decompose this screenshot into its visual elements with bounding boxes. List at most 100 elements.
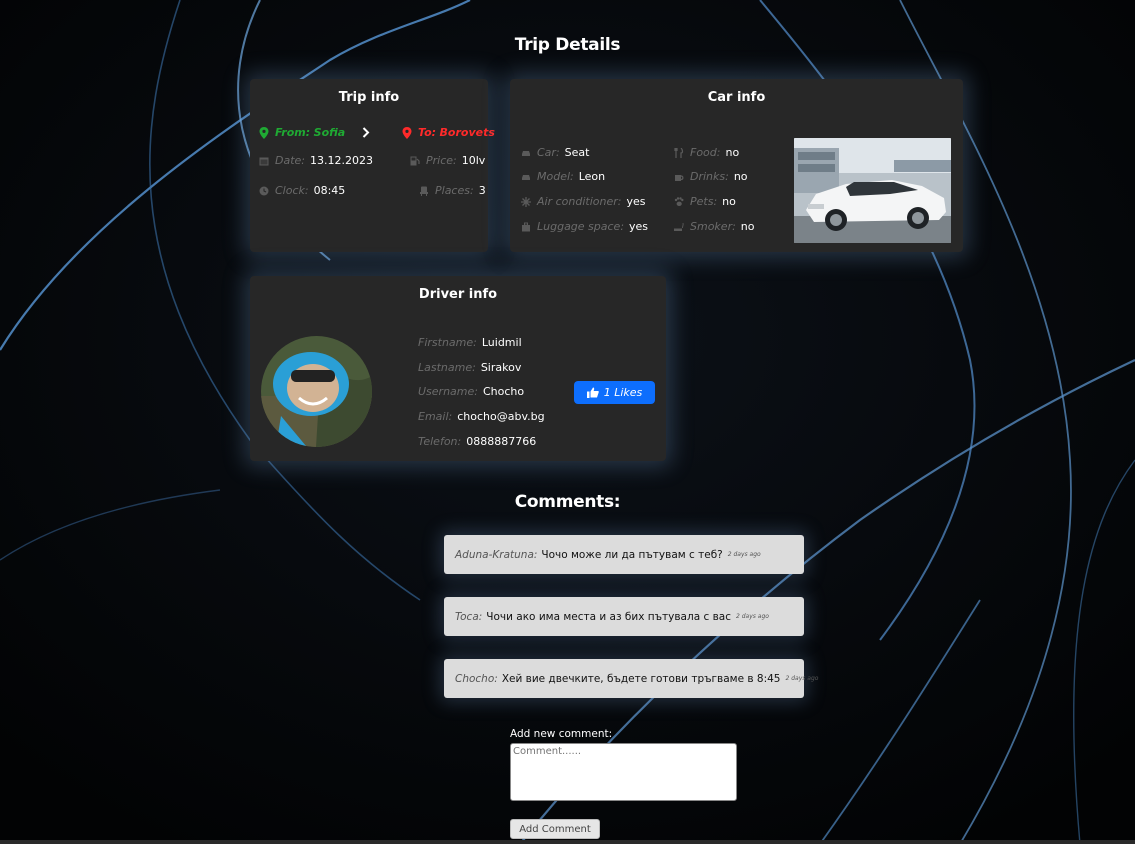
driver-firstname: Firstname: Luidmil xyxy=(418,336,522,349)
smoking-icon xyxy=(674,222,684,231)
trip-info-card: Trip info From: Sofia To: Borovets Date:… xyxy=(250,79,495,252)
driver-lastname: Lastname: Sirakov xyxy=(418,361,521,374)
seat-icon xyxy=(420,186,428,196)
lastname-value: Sirakov xyxy=(480,361,522,374)
driver-email: Email: chocho@abv.bg xyxy=(418,410,545,423)
model-label: Model: xyxy=(537,170,574,183)
drinks-value: no xyxy=(733,170,748,183)
comment-time: 2 days ago xyxy=(727,551,761,558)
trip-to: To: Borovets xyxy=(402,126,495,139)
suitcase-icon xyxy=(522,222,530,231)
comment-text: Чочи ако има места и аз бих пътувала с в… xyxy=(486,610,731,623)
smoker-label: Smoker: xyxy=(690,220,736,233)
comment-input[interactable] xyxy=(510,743,737,801)
snowflake-icon xyxy=(521,196,531,207)
car-photo xyxy=(794,138,951,243)
drinks-label: Drinks: xyxy=(690,170,729,183)
map-marker-icon xyxy=(402,126,412,139)
car-info-card: Car info Car: Seat Model: Leon Air condi… xyxy=(510,79,963,252)
luggage-label: Luggage space: xyxy=(537,220,625,233)
username-value: Chocho xyxy=(482,385,525,398)
car-icon xyxy=(522,174,530,180)
email-label: Email: xyxy=(418,410,453,423)
lastname-label: Lastname: xyxy=(418,361,476,374)
comment-text: Хей вие двечките, бъдете готови тръгваме… xyxy=(501,672,781,685)
gas-pump-icon xyxy=(410,156,420,165)
driver-telefon: Telefon: 0888887766 xyxy=(418,435,536,448)
username-label: Username: xyxy=(418,385,478,398)
likes-count: 1 Likes xyxy=(603,386,643,399)
to-value: Borovets xyxy=(439,126,495,139)
email-value: chocho@abv.bg xyxy=(457,410,545,423)
paw-icon xyxy=(674,196,684,206)
driver-info-card: Driver info Firstname: Luidmil Lastname:… xyxy=(250,276,666,461)
thumbs-up-icon xyxy=(586,387,599,398)
trip-places: Places: 3 xyxy=(419,184,486,197)
utensils-icon xyxy=(674,147,684,158)
comment-author: Aduna-Kratuna: xyxy=(455,548,538,561)
trip-from: From: Sofia xyxy=(259,126,345,139)
car-smoker: Smoker: no xyxy=(674,220,755,233)
places-value: 3 xyxy=(478,184,486,197)
car-ac: Air conditioner: yes xyxy=(521,195,645,208)
car-drinks: Drinks: no xyxy=(674,170,748,183)
comment-time: 2 days ago xyxy=(735,613,769,620)
comment-author: Toca: xyxy=(455,610,483,623)
date-label: Date: xyxy=(275,154,305,167)
driver-username: Username: Chocho xyxy=(418,385,524,398)
comment-text: Чочо може ли да пътувам с теб? xyxy=(541,548,723,561)
trip-info-title: Trip info xyxy=(338,90,400,105)
comment-item: Toca: Чочи ако има места и аз бих пътува… xyxy=(444,597,804,636)
calendar-icon xyxy=(259,157,269,165)
add-comment-button[interactable]: Add Comment xyxy=(510,819,600,839)
car-pets: Pets: no xyxy=(674,195,736,208)
clock-icon xyxy=(259,186,269,195)
comment-time: 2 days ago xyxy=(785,675,819,682)
pets-label: Pets: xyxy=(690,195,718,208)
car-brand: Car: Seat xyxy=(521,146,589,159)
clock-value: 08:45 xyxy=(313,184,346,197)
ac-value: yes xyxy=(626,195,646,208)
from-value: Sofia xyxy=(313,126,346,139)
firstname-label: Firstname: xyxy=(418,336,477,349)
car-label: Car: xyxy=(537,146,560,159)
add-comment-label: Add new comment: xyxy=(510,728,613,740)
luggage-value: yes xyxy=(629,220,649,233)
pets-value: no xyxy=(722,195,736,208)
telefon-label: Telefon: xyxy=(418,435,462,448)
price-label: Price: xyxy=(426,154,457,167)
trip-clock: Clock: 08:45 xyxy=(259,184,345,197)
driver-info-title: Driver info xyxy=(418,287,498,302)
comment-author: Chocho: xyxy=(455,672,498,685)
telefon-value: 0888887766 xyxy=(466,435,537,448)
trip-date: Date: 13.12.2023 xyxy=(259,154,373,167)
car-icon xyxy=(522,150,530,156)
car-model: Model: Leon xyxy=(521,170,605,183)
page-title: Trip Details xyxy=(514,35,621,55)
trip-price: Price: 10lv xyxy=(410,154,485,167)
clock-label: Clock: xyxy=(275,184,309,197)
comment-item: Aduna-Kratuna: Чочо може ли да пътувам с… xyxy=(444,535,804,574)
chevron-right-icon xyxy=(362,127,370,138)
car-info-title: Car info xyxy=(707,90,766,105)
to-label: To: xyxy=(418,126,437,139)
car-value: Seat xyxy=(564,146,590,159)
comment-item: Chocho: Хей вие двечките, бъдете готови … xyxy=(444,659,818,698)
comments-title: Comments: xyxy=(514,492,621,512)
model-value: Leon xyxy=(578,170,606,183)
car-luggage: Luggage space: yes xyxy=(521,220,648,233)
price-value: 10lv xyxy=(461,154,486,167)
smoker-value: no xyxy=(740,220,755,233)
food-value: no xyxy=(725,146,740,159)
driver-avatar xyxy=(261,336,372,447)
from-label: From: xyxy=(275,126,311,139)
food-label: Food: xyxy=(690,146,721,159)
bottom-bar xyxy=(0,840,1135,844)
car-food: Food: no xyxy=(674,146,739,159)
map-marker-icon xyxy=(259,126,269,139)
like-button[interactable]: 1 Likes xyxy=(574,381,655,404)
places-label: Places: xyxy=(435,184,474,197)
coffee-icon xyxy=(675,174,684,181)
date-value: 13.12.2023 xyxy=(310,154,373,167)
firstname-value: Luidmil xyxy=(481,336,522,349)
